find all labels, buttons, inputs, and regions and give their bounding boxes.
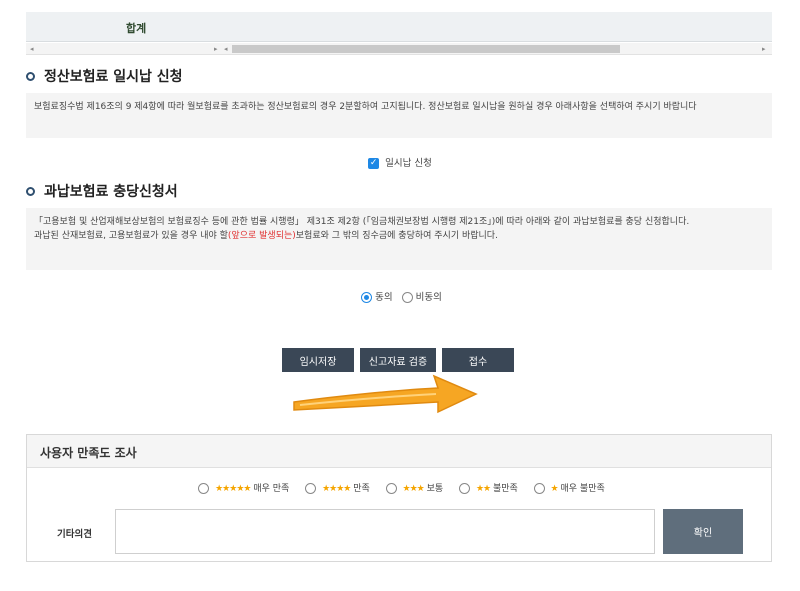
radio-agree-label[interactable]: 동의	[375, 292, 392, 303]
temp-save-button[interactable]: 임시저장	[282, 348, 354, 372]
bullet-ring-icon	[26, 71, 35, 81]
star-icon: ★	[550, 484, 559, 494]
total-label: 합계	[126, 22, 147, 35]
survey-title: 사용자 만족도 조사	[27, 435, 771, 468]
survey-option-very-dissatisfied[interactable]: ★ 매우 불만족	[531, 483, 605, 494]
total-row: 합계	[26, 12, 772, 42]
lump-sum-notice: 보험료징수법 제16조의 9 제4항에 따라 월보험료를 초과하는 정산보험료의…	[26, 93, 772, 138]
submit-button[interactable]: 접수	[442, 348, 514, 372]
etc-opinion-input[interactable]	[115, 509, 655, 554]
radio-button[interactable]	[459, 483, 471, 494]
survey-option-neutral[interactable]: ★★★ 보통	[383, 483, 443, 494]
satisfaction-survey: 사용자 만족도 조사 ★★★★★ 매우 만족 ★★★★ 만족 ★★★ 보통 ★★…	[26, 434, 772, 562]
radio-button[interactable]	[385, 483, 397, 494]
scroll-right-icon[interactable]: ▸	[214, 43, 218, 55]
section-title-lump-sum: 정산보험료 일시납 신청	[26, 66, 183, 86]
radio-button[interactable]	[305, 483, 317, 494]
radio-disagree[interactable]	[401, 292, 413, 303]
agree-radio-group[interactable]: 동의 비동의	[0, 289, 800, 303]
radio-button[interactable]	[533, 483, 545, 494]
verify-button[interactable]: 신고자료 검증	[360, 348, 436, 372]
radio-button[interactable]	[198, 483, 210, 494]
star-icon: ★★	[475, 484, 491, 494]
lump-sum-checkbox-row[interactable]: ✓ 일시납 신청	[0, 155, 800, 169]
scroll-left-icon[interactable]: ◂	[224, 43, 228, 55]
radio-agree[interactable]	[361, 292, 373, 303]
overpaid-notice: 「고용보험 및 산업재해보상보험의 보험료징수 등에 관한 법률 시행령」 제3…	[26, 208, 772, 270]
confirm-button[interactable]: 확인	[663, 509, 743, 554]
survey-option-satisfied[interactable]: ★★★★ 만족	[302, 483, 370, 494]
checkbox-checked-icon[interactable]: ✓	[368, 158, 380, 169]
survey-options[interactable]: ★★★★★ 매우 만족 ★★★★ 만족 ★★★ 보통 ★★ 불만족 ★ 매우 불…	[27, 481, 773, 494]
scroll-right-icon[interactable]: ▸	[762, 43, 766, 55]
etc-opinion-label: 기타의견	[57, 529, 92, 540]
bullet-ring-icon	[26, 186, 35, 196]
survey-option-dissatisfied[interactable]: ★★ 불만족	[456, 483, 518, 494]
action-buttons: 임시저장 신고자료 검증 접수	[282, 348, 514, 372]
star-icon: ★★★	[402, 484, 425, 494]
star-icon: ★★★★	[322, 484, 351, 494]
lump-sum-checkbox-label[interactable]: 일시납 신청	[385, 158, 432, 169]
arrow-highlight-icon	[293, 374, 478, 414]
radio-disagree-label[interactable]: 비동의	[416, 292, 442, 303]
horizontal-scrollbar[interactable]: ◂ ▸ ◂ ▸	[26, 43, 772, 55]
section-title-overpaid: 과납보험료 충당신청서	[26, 181, 178, 201]
star-icon: ★★★★★	[215, 484, 251, 494]
survey-option-very-satisfied[interactable]: ★★★★★ 매우 만족	[195, 483, 289, 494]
scroll-left-icon[interactable]: ◂	[30, 43, 34, 55]
scroll-thumb[interactable]	[232, 45, 620, 53]
